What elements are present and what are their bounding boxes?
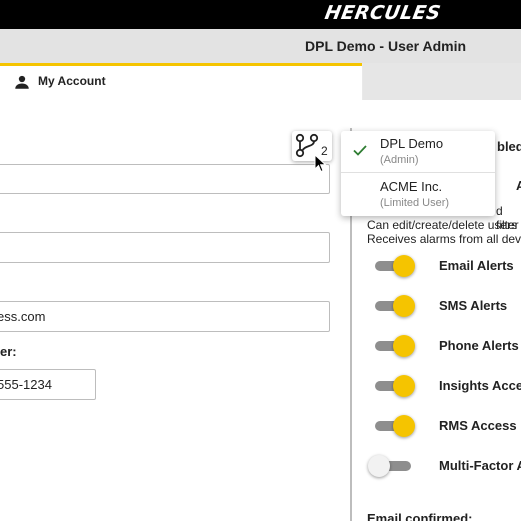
tab-secondary[interactable] — [363, 63, 521, 100]
account-role: (Admin) — [380, 154, 419, 166]
toggle-row-phone-alerts: Phone Alerts — [0, 331, 521, 361]
partial-label: A — [516, 178, 521, 193]
toggle-label: SMS Alerts — [439, 298, 508, 313]
toggle-label: Insights Acce — [439, 378, 521, 393]
account-menu: DPL Demo (Admin) ACME Inc. (Limited User… — [341, 131, 495, 216]
check-icon — [353, 145, 367, 156]
toggle-label: RMS Access — [439, 418, 517, 433]
sms-alerts-toggle[interactable] — [372, 291, 416, 321]
account-name: DPL Demo — [380, 136, 444, 151]
toggle-row-insights-access: Insights Acce — [0, 371, 521, 401]
tab-my-account[interactable]: My Account — [0, 63, 362, 100]
name-field[interactable] — [0, 164, 330, 194]
toggle-row-sms-alerts: SMS Alerts — [0, 291, 521, 321]
toggle-label: Email Alerts — [439, 258, 514, 273]
hercules-logo: HERCULES — [323, 2, 443, 24]
toggle-label: Phone Alerts — [439, 338, 519, 353]
insights-access-toggle[interactable] — [372, 371, 416, 401]
title-bar: DPL Demo - User Admin — [0, 29, 521, 63]
phone-alerts-toggle[interactable] — [372, 331, 416, 361]
toggle-row-rms-access: RMS Access — [0, 411, 521, 441]
enabled-label: bled — [497, 139, 521, 154]
person-icon — [15, 75, 29, 89]
email-confirmed-label: Email confirmed: — [367, 511, 473, 521]
permission-description: Receives alarms from all devi — [367, 232, 521, 246]
toggle-row-email-alerts: Email Alerts — [0, 251, 521, 281]
account-role: (Limited User) — [380, 197, 450, 209]
multi-factor-toggle[interactable] — [368, 451, 416, 481]
tab-bar: My Account — [0, 63, 521, 100]
account-menu-item-acme[interactable]: ACME Inc. (Limited User) — [341, 174, 495, 216]
top-bar: HERCULES — [0, 0, 521, 29]
toggle-label: Multi-Factor A — [439, 458, 521, 473]
email-alerts-toggle[interactable] — [372, 251, 416, 281]
page-title: DPL Demo - User Admin — [305, 38, 467, 54]
rms-access-toggle[interactable] — [372, 411, 416, 441]
permission-description: Can edit/create/delete users — [367, 218, 518, 232]
mouse-cursor-icon — [314, 154, 327, 173]
account-name: ACME Inc. — [380, 179, 443, 194]
toggle-row-multi-factor: Multi-Factor A — [0, 451, 521, 481]
account-menu-item-dpl-demo[interactable]: DPL Demo (Admin) — [341, 131, 495, 173]
tab-label: My Account — [38, 74, 106, 88]
